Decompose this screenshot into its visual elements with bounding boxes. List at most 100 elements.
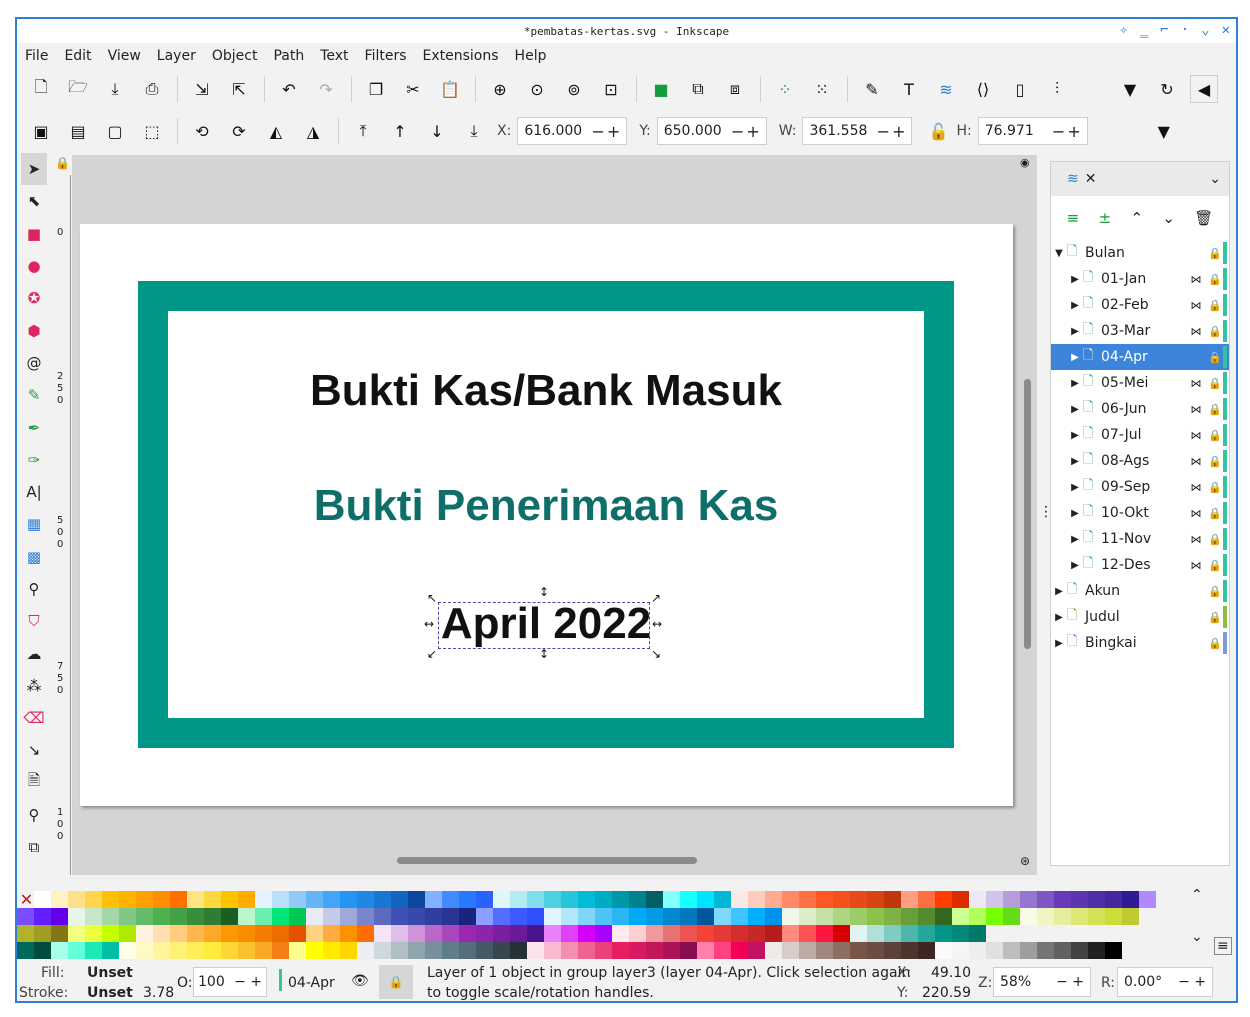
color-swatch[interactable] [510,942,527,959]
color-swatch[interactable] [1003,942,1020,959]
opacity-input[interactable]: 100 − + [193,967,267,997]
new-document-icon[interactable]: 🗋 [27,75,55,103]
color-swatch[interactable] [918,942,935,959]
color-swatch[interactable] [374,942,391,959]
color-swatch[interactable] [884,942,901,959]
lower-icon[interactable]: ↓ [423,117,451,145]
color-swatch[interactable] [1037,908,1054,925]
color-swatch[interactable] [782,908,799,925]
menu-view[interactable]: View [108,48,141,64]
color-swatch[interactable] [510,891,527,908]
expand-icon[interactable]: ▶ [1067,352,1083,363]
color-swatch[interactable] [170,925,187,942]
color-swatch[interactable] [646,891,663,908]
color-swatch[interactable] [289,908,306,925]
color-swatch[interactable] [833,891,850,908]
color-swatch[interactable] [493,925,510,942]
color-swatch[interactable] [85,942,102,959]
paint-bucket-tool-icon[interactable]: ⛉ [21,605,47,637]
color-swatch[interactable] [731,925,748,942]
horizontal-scrollbar[interactable] [397,857,697,864]
color-swatch[interactable] [612,942,629,959]
color-swatch[interactable] [204,891,221,908]
color-swatch[interactable] [561,908,578,925]
color-swatch[interactable] [595,925,612,942]
color-swatch[interactable] [867,925,884,942]
y-input[interactable]: 650.000 −+ [656,117,767,145]
color-swatch[interactable] [204,942,221,959]
color-swatch[interactable] [901,908,918,925]
color-swatch[interactable] [561,891,578,908]
dropdown-arrow-icon[interactable]: ▼ [1116,75,1144,103]
pen-tool-icon[interactable]: ✒ [21,411,47,443]
ellipse-tool-icon[interactable]: ● [21,250,47,282]
color-swatch[interactable] [765,908,782,925]
resize-handle-se-icon[interactable]: ↘ [651,647,661,661]
color-swatch[interactable] [697,925,714,942]
lock-ratio-icon[interactable]: 🔓 [924,117,952,145]
duplicate-icon[interactable]: ■ [647,75,675,103]
rotate-cw-icon[interactable]: ⟳ [225,117,253,145]
lock-icon[interactable]: 🔒 [1207,273,1223,286]
menu-edit[interactable]: Edit [64,48,91,64]
color-swatch[interactable] [68,925,85,942]
expand-icon[interactable]: ▶ [1067,404,1083,415]
lock-icon[interactable]: 🔒 [1207,299,1223,312]
lock-icon[interactable]: 🔒 [1207,429,1223,442]
color-swatch[interactable] [476,908,493,925]
color-swatch[interactable] [374,925,391,942]
color-swatch[interactable] [765,891,782,908]
color-swatch[interactable] [34,908,51,925]
no-paint-swatch[interactable]: ✕ [18,891,35,908]
color-swatch[interactable] [612,925,629,942]
hidden-eye-icon[interactable]: ⋈ [1185,273,1207,286]
color-swatch[interactable] [680,891,697,908]
lock-icon[interactable]: 🔒 [1207,455,1223,468]
layer-row-nov[interactable]: ▶ 🗋 11-Nov ⋈ 🔒 [1051,526,1229,552]
color-swatch[interactable] [323,891,340,908]
lock-icon[interactable]: 🔒 [1207,247,1223,260]
palette-scroll-down-icon[interactable]: ⌄ [1191,929,1203,945]
layers-tab-icon[interactable]: ≋ [1067,171,1079,187]
color-swatch[interactable] [408,908,425,925]
text-font-icon[interactable]: T [895,75,923,103]
xml-editor-icon[interactable]: ⟨⟩ [969,75,997,103]
fill-value[interactable]: Unset [87,965,133,981]
group-icon[interactable]: ⁘ [771,75,799,103]
hidden-eye-icon[interactable]: ⋈ [1185,299,1207,312]
lock-icon[interactable]: 🔒 [1207,637,1223,650]
document-page[interactable]: Bukti Kas/Bank Masuk Bukti Penerimaan Ka… [80,224,1013,806]
color-swatch[interactable] [918,908,935,925]
connector-tool-icon[interactable]: ↘ [21,734,47,766]
color-swatch[interactable] [1037,891,1054,908]
snap-indicator-icon[interactable]: ◉ [1020,156,1030,169]
rotation-input[interactable]: 0.00° − + [1117,967,1213,997]
color-swatch[interactable] [238,891,255,908]
color-swatch[interactable] [289,942,306,959]
color-swatch[interactable] [629,891,646,908]
menu-text[interactable]: Text [320,48,348,64]
color-swatch[interactable] [357,942,374,959]
current-layer[interactable]: 04-Apr [288,975,335,991]
color-swatch[interactable] [425,925,442,942]
resize-handle-w-icon[interactable]: ↔ [424,617,434,631]
color-swatch[interactable] [493,891,510,908]
panel-menu-icon[interactable]: ⌄ [1209,171,1221,187]
layer-lock-icon[interactable]: 🔒 [379,965,413,999]
color-swatch[interactable] [799,925,816,942]
color-swatch[interactable] [272,891,289,908]
color-swatch[interactable] [425,908,442,925]
color-swatch[interactable] [187,942,204,959]
spray-tool-icon[interactable]: ⁂ [21,670,47,702]
color-swatch[interactable] [204,908,221,925]
color-swatch[interactable] [1122,908,1139,925]
color-swatch[interactable] [1054,942,1071,959]
color-swatch[interactable] [136,942,153,959]
color-swatch[interactable] [850,942,867,959]
color-swatch[interactable] [646,925,663,942]
clone-icon[interactable]: ⧉ [684,75,712,103]
color-swatch[interactable] [918,891,935,908]
color-swatch[interactable] [85,891,102,908]
color-swatch[interactable] [612,908,629,925]
color-swatch[interactable] [1020,908,1037,925]
